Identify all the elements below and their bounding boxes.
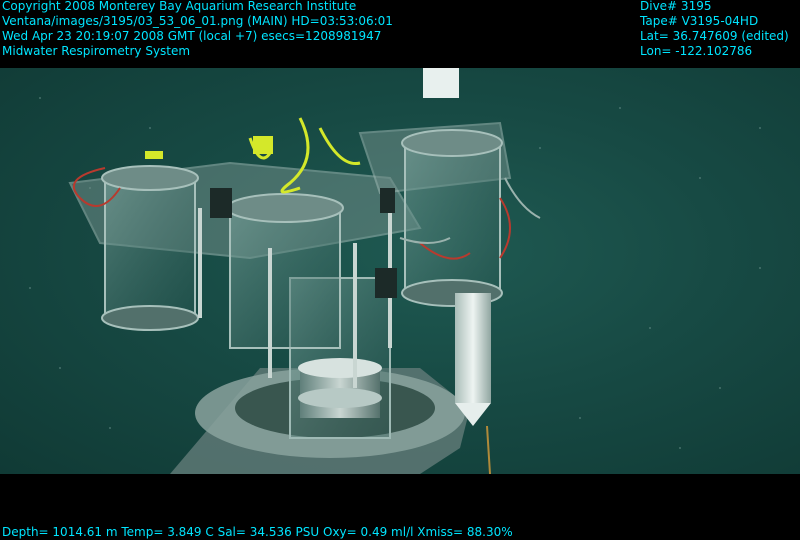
system-name-line: Midwater Respirometry System <box>2 44 191 58</box>
video-frame: Copyright 2008 Monterey Bay Aquarium Res… <box>0 0 800 540</box>
underwater-scene <box>0 68 800 474</box>
tape-number: Tape# V3195-04HD <box>640 14 759 28</box>
respirometry-apparatus-image <box>29 68 761 474</box>
sensor-readout: Depth= 1014.61 m Temp= 3.849 C Sal= 34.5… <box>2 525 513 539</box>
image-path-line: Ventana/images/3195/03_53_06_01.png (MAI… <box>2 14 393 28</box>
overlay-top-left: Copyright 2008 Monterey Bay Aquarium Res… <box>2 0 393 59</box>
timestamp-line: Wed Apr 23 20:19:07 2008 GMT (local +7) … <box>2 29 382 43</box>
dive-number: Dive# 3195 <box>640 0 712 13</box>
latitude: Lat= 36.747609 (edited) <box>640 29 789 43</box>
overlay-top-right: Dive# 3195 Tape# V3195-04HD Lat= 36.7476… <box>640 0 789 59</box>
longitude: Lon= -122.102786 <box>640 44 753 58</box>
copyright-line: Copyright 2008 Monterey Bay Aquarium Res… <box>2 0 357 13</box>
